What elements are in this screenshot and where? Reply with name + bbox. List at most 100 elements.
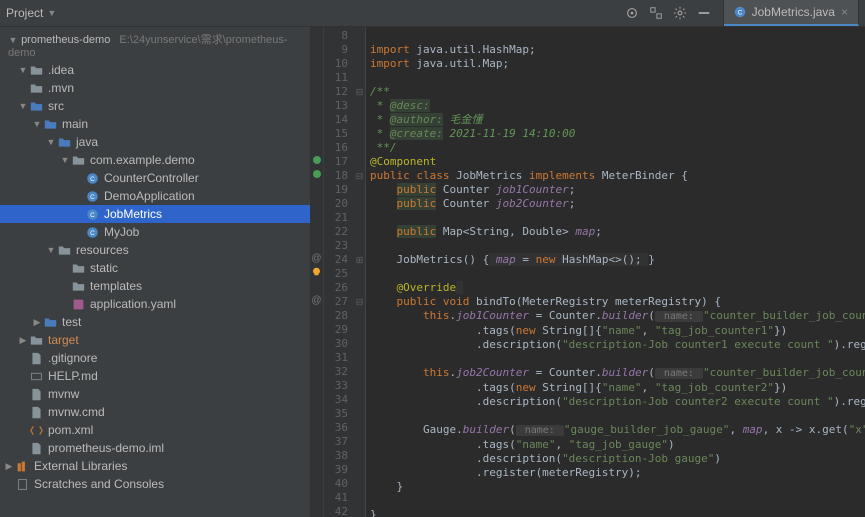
intention-bulb-icon[interactable] <box>310 267 323 281</box>
tree-item-test[interactable]: ▶ test <box>0 313 310 331</box>
expand-arrow-icon[interactable]: ▶ <box>18 335 28 346</box>
tree-item-label: target <box>48 333 79 347</box>
tree-item--gitignore[interactable]: .gitignore <box>0 349 310 367</box>
tree-item-label: JobMetrics <box>104 207 162 221</box>
run-gutter-icon[interactable] <box>310 169 323 183</box>
tree-item-scratches-and-consoles[interactable]: Scratches and Consoles <box>0 475 310 493</box>
tree-item-mvnw[interactable]: mvnw <box>0 385 310 403</box>
expand-arrow-icon[interactable]: ▼ <box>46 245 56 255</box>
folder-blue-icon <box>42 117 58 131</box>
tree-item-label: templates <box>90 279 142 293</box>
editor-tab-jobmetrics[interactable]: C JobMetrics.java × <box>724 0 859 26</box>
expand-icon[interactable] <box>649 6 663 20</box>
tree-item-static[interactable]: static <box>0 259 310 277</box>
target-icon[interactable] <box>625 6 639 20</box>
tree-item-java[interactable]: ▼ java <box>0 133 310 151</box>
tree-item-prometheus-demo-iml[interactable]: prometheus-demo.iml <box>0 439 310 457</box>
tree-item-demoapplication[interactable]: C DemoApplication <box>0 187 310 205</box>
project-tree[interactable]: ▼ prometheus-demo E:\24yunservice\需求\pro… <box>0 27 310 517</box>
tree-item-label: test <box>62 315 81 329</box>
tree-item-target[interactable]: ▶ target <box>0 331 310 349</box>
folder-icon <box>70 261 86 275</box>
file-icon <box>28 351 44 365</box>
tree-item-label: .mvn <box>48 81 74 95</box>
tree-item-label: src <box>48 99 64 113</box>
folder-icon <box>70 279 86 293</box>
tree-item-label: Scratches and Consoles <box>34 477 164 491</box>
folder-blue-icon <box>42 315 58 329</box>
tree-item-com-example-demo[interactable]: ▼ com.example.demo <box>0 151 310 169</box>
tree-item-label: prometheus-demo.iml <box>48 441 164 455</box>
tree-item-application-yaml[interactable]: application.yaml <box>0 295 310 313</box>
editor-tab-bar: C JobMetrics.java × <box>723 0 859 26</box>
class-icon: C <box>84 207 100 221</box>
tree-item-help-md[interactable]: HELP.md <box>0 367 310 385</box>
project-root[interactable]: ▼ prometheus-demo E:\24yunservice\需求\pro… <box>0 29 310 61</box>
tree-item-label: pom.xml <box>48 423 93 437</box>
tree-item-templates[interactable]: templates <box>0 277 310 295</box>
tree-item-label: resources <box>76 243 129 257</box>
tree-item-label: MyJob <box>104 225 139 239</box>
project-tool-window-button[interactable]: Project ▼ <box>6 6 56 20</box>
fold-collapse-icon[interactable]: ⊟ <box>354 169 365 183</box>
line-numbers-gutter: 8910111213141516171819202122232425262728… <box>324 27 354 517</box>
expand-arrow-icon[interactable]: ▼ <box>18 101 28 111</box>
tree-item-label: main <box>62 117 88 131</box>
override-gutter-icon[interactable]: @ <box>310 253 323 267</box>
chevron-down-icon: ▼ <box>47 8 56 18</box>
java-class-icon: C <box>734 6 746 18</box>
run-gutter-icon[interactable] <box>310 155 323 169</box>
expand-arrow-icon[interactable]: ▶ <box>32 317 42 328</box>
folder-icon <box>56 243 72 257</box>
folder-icon <box>28 63 44 77</box>
file-icon <box>28 441 44 455</box>
minimize-icon[interactable] <box>697 6 711 20</box>
yaml-icon <box>70 297 86 311</box>
tree-item--mvn[interactable]: .mvn <box>0 79 310 97</box>
svg-text:C: C <box>737 9 742 16</box>
svg-text:C: C <box>90 229 95 236</box>
tree-item--idea[interactable]: ▼ .idea <box>0 61 310 79</box>
expand-arrow-icon[interactable]: ▼ <box>60 155 70 165</box>
svg-text:C: C <box>90 211 95 218</box>
expand-arrow-icon[interactable]: ▼ <box>18 65 28 75</box>
tree-item-external-libraries[interactable]: ▶ External Libraries <box>0 457 310 475</box>
toolbar-icon-group <box>625 6 715 20</box>
class-icon: C <box>84 171 100 185</box>
tree-item-label: .idea <box>48 63 74 77</box>
gutter-marks-column: @@ <box>310 27 324 517</box>
fold-gutter: ⊟ ⊟ ⊞ ⊟ <box>354 27 366 517</box>
tree-item-label: java <box>76 135 98 149</box>
tree-item-label: DemoApplication <box>104 189 195 203</box>
md-icon <box>28 369 44 383</box>
tree-item-jobmetrics[interactable]: C JobMetrics <box>0 205 310 223</box>
class-icon: C <box>84 225 100 239</box>
code-area[interactable]: import java.util.HashMap;import java.uti… <box>366 27 865 517</box>
code-editor[interactable]: @@ 8910111213141516171819202122232425262… <box>310 27 865 517</box>
class-icon: C <box>84 189 100 203</box>
fold-expand-icon[interactable]: ⊞ <box>354 253 365 267</box>
close-tab-icon[interactable]: × <box>841 5 848 19</box>
expand-arrow-icon[interactable]: ▼ <box>32 119 42 129</box>
scratch-icon <box>14 477 30 491</box>
tree-item-label: com.example.demo <box>90 153 195 167</box>
project-toolbar: Project ▼ C JobMetrics.java × <box>0 0 865 27</box>
tree-item-label: application.yaml <box>90 297 176 311</box>
tree-item-countercontroller[interactable]: CCounterController <box>0 169 310 187</box>
override-gutter-icon[interactable]: @ <box>310 295 323 309</box>
tree-item-myjob[interactable]: C MyJob <box>0 223 310 241</box>
gear-icon[interactable] <box>673 6 687 20</box>
fold-collapse-icon[interactable]: ⊟ <box>354 295 365 309</box>
editor-tab-label: JobMetrics.java <box>752 5 835 19</box>
tree-item-resources[interactable]: ▼ resources <box>0 241 310 259</box>
tree-item-label: External Libraries <box>34 459 127 473</box>
tree-item-mvnw-cmd[interactable]: mvnw.cmd <box>0 403 310 421</box>
folder-blue-icon <box>28 99 44 113</box>
fold-collapse-icon[interactable]: ⊟ <box>354 85 365 99</box>
tree-item-src[interactable]: ▼ src <box>0 97 310 115</box>
expand-arrow-icon[interactable]: ▶ <box>4 461 14 472</box>
expand-arrow-icon[interactable]: ▼ <box>46 137 56 147</box>
tree-item-label: mvnw <box>48 387 79 401</box>
tree-item-main[interactable]: ▼ main <box>0 115 310 133</box>
tree-item-pom-xml[interactable]: pom.xml <box>0 421 310 439</box>
